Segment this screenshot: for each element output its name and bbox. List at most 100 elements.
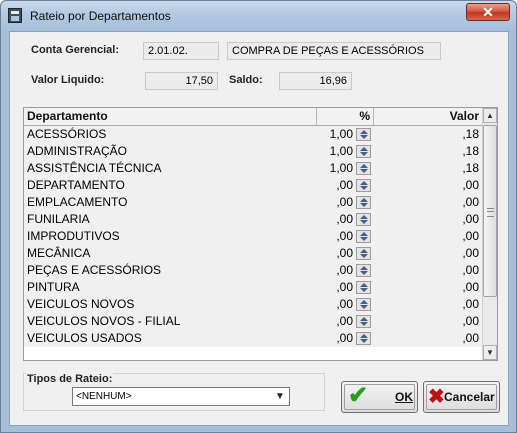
percent-spinner[interactable] <box>356 264 371 277</box>
spin-down-icon[interactable] <box>360 186 368 190</box>
spin-up-icon[interactable] <box>360 334 368 338</box>
percent-spinner[interactable] <box>356 247 371 260</box>
cell-percent[interactable]: ,00 <box>317 194 356 211</box>
table-row[interactable]: PINTURA ,00,00 <box>24 279 482 296</box>
table-row[interactable]: DEPARTAMENTO ,00,00 <box>24 177 482 194</box>
cell-percent[interactable]: ,00 <box>317 262 356 279</box>
column-header-departamento[interactable]: Departamento <box>24 108 317 125</box>
percent-spinner[interactable] <box>356 162 371 175</box>
close-button[interactable]: ✕ <box>466 3 510 21</box>
dialog-window: Rateio por Departamentos ✕ Conta Gerenci… <box>0 0 517 433</box>
spin-down-icon[interactable] <box>360 135 368 139</box>
cell-percent[interactable]: 1,00 <box>317 143 356 160</box>
spin-up-icon[interactable] <box>360 147 368 151</box>
cell-departamento[interactable]: ADMINISTRAÇÃO <box>24 143 317 160</box>
spin-down-icon[interactable] <box>360 203 368 207</box>
tipos-rateio-select[interactable]: <NENHUM> ▼ <box>72 387 290 406</box>
tipos-rateio-label: Tipos de Rateio: <box>26 373 114 385</box>
cell-departamento[interactable]: VEICULOS NOVOS - FILIAL <box>24 313 317 330</box>
cell-departamento[interactable]: MECÂNICA <box>24 245 317 262</box>
spin-up-icon[interactable] <box>360 164 368 168</box>
cell-departamento[interactable]: ACESSÓRIOS <box>24 126 317 143</box>
table-row[interactable]: EMPLACAMENTO ,00,00 <box>24 194 482 211</box>
spin-up-icon[interactable] <box>360 215 368 219</box>
spin-down-icon[interactable] <box>360 271 368 275</box>
cell-departamento[interactable]: VEICULOS USADOS <box>24 330 317 347</box>
cell-departamento[interactable]: EMPLACAMENTO <box>24 194 317 211</box>
departments-grid[interactable]: Departamento % Valor ACESSÓRIOS 1,00,18 AD… <box>23 107 498 361</box>
spin-down-icon[interactable] <box>360 237 368 241</box>
cell-percent[interactable]: ,00 <box>317 330 356 347</box>
column-header-valor[interactable]: Valor <box>374 108 482 125</box>
table-row[interactable]: VEICULOS USADOS ,00,00 <box>24 330 482 347</box>
cell-percent[interactable]: ,00 <box>317 279 356 296</box>
spin-down-icon[interactable] <box>360 322 368 326</box>
vertical-scrollbar[interactable]: ▲ ▼ <box>482 108 497 360</box>
app-icon <box>8 8 22 23</box>
spin-up-icon[interactable] <box>360 283 368 287</box>
percent-spinner[interactable] <box>356 128 371 141</box>
close-icon[interactable]: ✕ <box>482 4 494 20</box>
cell-percent[interactable]: ,00 <box>317 228 356 245</box>
percent-spinner[interactable] <box>356 145 371 158</box>
cell-valor: ,00 <box>462 331 479 345</box>
spin-down-icon[interactable] <box>360 220 368 224</box>
cell-departamento[interactable]: IMPRODUTIVOS <box>24 228 317 245</box>
spin-up-icon[interactable] <box>360 300 368 304</box>
table-row[interactable]: ACESSÓRIOS 1,00 ,18 <box>24 126 482 143</box>
ok-button-label: OK <box>395 390 413 404</box>
cell-departamento[interactable]: PEÇAS E ACESSÓRIOS <box>24 262 317 279</box>
percent-spinner[interactable] <box>356 196 371 209</box>
percent-spinner[interactable] <box>356 315 371 328</box>
spin-up-icon[interactable] <box>360 266 368 270</box>
spin-down-icon[interactable] <box>360 254 368 258</box>
table-row[interactable]: FUNILARIA ,00,00 <box>24 211 482 228</box>
cell-percent[interactable]: 1,00 <box>317 126 356 143</box>
table-row[interactable]: ADMINISTRAÇÃO 1,00 ,18 <box>24 143 482 160</box>
spin-down-icon[interactable] <box>360 152 368 156</box>
spin-up-icon[interactable] <box>360 232 368 236</box>
spin-up-icon[interactable] <box>360 130 368 134</box>
cell-departamento[interactable]: DEPARTAMENTO <box>24 177 317 194</box>
ok-button[interactable]: ✔ OK <box>341 381 418 413</box>
cell-percent[interactable]: ,00 <box>317 296 356 313</box>
scroll-thumb[interactable] <box>483 125 497 297</box>
cell-percent[interactable]: 1,00 <box>317 160 356 177</box>
spin-down-icon[interactable] <box>360 169 368 173</box>
cell-departamento[interactable]: VEICULOS NOVOS <box>24 296 317 313</box>
table-row[interactable]: ASSISTÊNCIA TÉCNICA 1,00 ,18 <box>24 160 482 177</box>
table-row[interactable]: IMPRODUTIVOS ,00,00 <box>24 228 482 245</box>
scroll-up-icon[interactable]: ▲ <box>483 108 497 123</box>
cancel-button-label: Cancelar <box>444 390 495 404</box>
spin-up-icon[interactable] <box>360 249 368 253</box>
column-header-percent[interactable]: % <box>317 108 374 125</box>
dropdown-arrow-icon[interactable]: ▼ <box>273 388 287 405</box>
percent-spinner[interactable] <box>356 213 371 226</box>
cell-valor: ,00 <box>462 280 479 294</box>
cell-percent[interactable]: ,00 <box>317 177 356 194</box>
percent-spinner[interactable] <box>356 230 371 243</box>
cell-departamento[interactable]: ASSISTÊNCIA TÉCNICA <box>24 160 317 177</box>
scroll-down-icon[interactable]: ▼ <box>483 345 497 360</box>
percent-spinner[interactable] <box>356 298 371 311</box>
spin-up-icon[interactable] <box>360 181 368 185</box>
cell-departamento[interactable]: FUNILARIA <box>24 211 317 228</box>
table-row[interactable]: MECÂNICA ,00,00 <box>24 245 482 262</box>
cell-departamento[interactable]: PINTURA <box>24 279 317 296</box>
percent-spinner[interactable] <box>356 281 371 294</box>
spin-up-icon[interactable] <box>360 317 368 321</box>
table-row[interactable]: VEICULOS NOVOS ,00,00 <box>24 296 482 313</box>
percent-spinner[interactable] <box>356 332 371 345</box>
table-row[interactable]: VEICULOS NOVOS - FILIAL ,00,00 <box>24 313 482 330</box>
spin-down-icon[interactable] <box>360 305 368 309</box>
cell-percent[interactable]: ,00 <box>317 211 356 228</box>
cell-percent[interactable]: ,00 <box>317 313 356 330</box>
spin-down-icon[interactable] <box>360 288 368 292</box>
spin-up-icon[interactable] <box>360 198 368 202</box>
percent-spinner[interactable] <box>356 179 371 192</box>
title-bar[interactable]: Rateio por Departamentos ✕ <box>1 1 516 31</box>
cell-percent[interactable]: ,00 <box>317 245 356 262</box>
table-row[interactable]: PEÇAS E ACESSÓRIOS ,00,00 <box>24 262 482 279</box>
cancel-button[interactable]: ✖ Cancelar <box>423 381 500 413</box>
spin-down-icon[interactable] <box>360 339 368 343</box>
